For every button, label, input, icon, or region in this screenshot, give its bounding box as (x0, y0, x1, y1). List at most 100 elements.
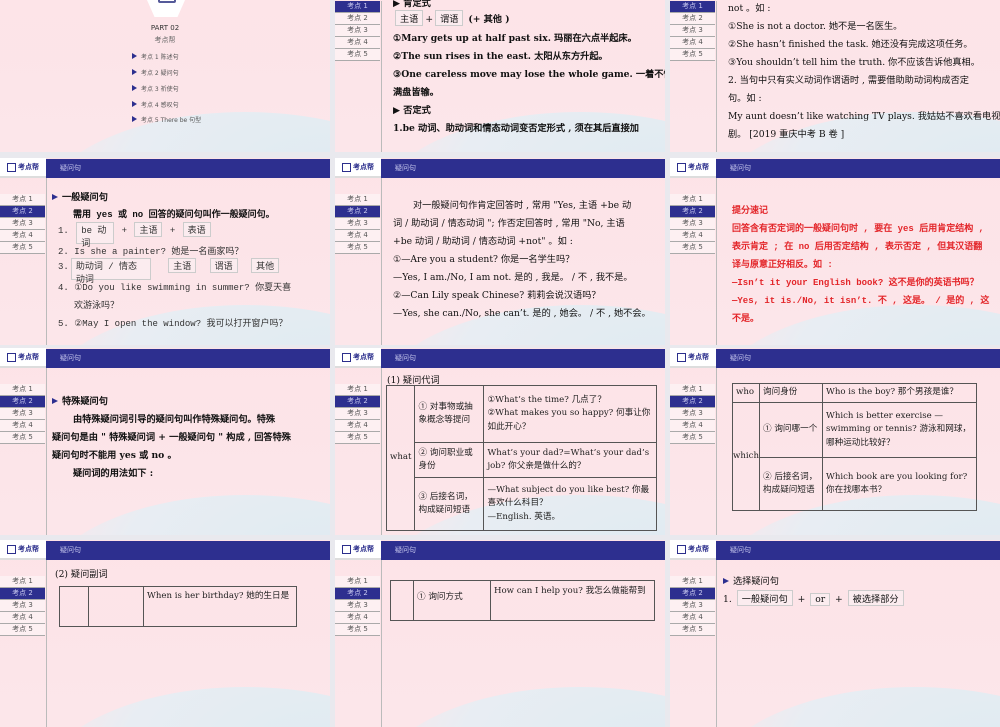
toc-item[interactable]: 考点 1 陈述句 (132, 52, 179, 61)
adverb-table: When is her birthday? 她的生日是 (59, 586, 297, 627)
sidebar-item-point-2[interactable]: 考点 2 (0, 588, 45, 600)
sidebar-item-point-1[interactable]: 考点 1 (670, 576, 715, 588)
sidebar-item-point-5[interactable]: 考点 5 (335, 242, 380, 254)
line: ②The sun rises in the east. 太阳从东方升起。 (393, 51, 608, 62)
part-label: PART 02 (150, 24, 180, 32)
slide-header: 考点帮 疑问句 (335, 540, 665, 560)
line: 对一般疑问句作肯定回答时 , 常用 "Yes, 主语 +be 动 (413, 200, 632, 211)
use-cell: ② 后接名词，构成疑问短语 (759, 457, 823, 511)
sidebar-item-point-2[interactable]: 考点 2 (670, 396, 715, 408)
sidebar-item-point-1[interactable]: 考点 1 (670, 194, 715, 206)
slide-5-short-answers[interactable]: 对一般疑问句作肯定回答时 , 常用 "Yes, 主语 +be 动 词 / 助动词… (335, 158, 665, 345)
line: 2. 当句中只有实义动词作谓语时 , 需要借助助动词构成否定 (728, 75, 969, 86)
slide-12-alternative-question[interactable]: 选择疑问句 1. 一般疑问句 + or + 被选择部分 考点帮 疑问句 考点 1 考点… (670, 540, 1000, 727)
sidebar-item-point-4[interactable]: 考点 4 (670, 420, 715, 432)
sidebar-item-point-1[interactable]: 考点 1 (0, 576, 45, 588)
sidebar-item-point-5[interactable]: 考点 5 (335, 49, 380, 61)
sidebar-item-point-5[interactable]: 考点 5 (670, 624, 715, 636)
sidebar-item-point-5[interactable]: 考点 5 (335, 624, 380, 636)
slide-2-affirmative[interactable]: ▶ 肯定式 主语 + 谓语 (+ 其他 ) ①Mary gets up at hal… (335, 0, 665, 152)
sidebar-item-point-3[interactable]: 考点 3 (670, 408, 715, 420)
sidebar-item-point-5[interactable]: 考点 5 (335, 432, 380, 444)
formula-box: 主语 (168, 258, 197, 273)
formula-box: 谓语 (435, 10, 464, 26)
toc-item[interactable]: 考点 4 感叹句 (132, 100, 179, 109)
sidebar-item-point-3[interactable]: 考点 3 (0, 218, 45, 230)
sidebar-item-point-3[interactable]: 考点 3 (335, 600, 380, 612)
sidebar-item-point-3[interactable]: 考点 3 (0, 408, 45, 420)
sidebar-item-point-4[interactable]: 考点 4 (0, 420, 45, 432)
slide-4-general-question[interactable]: 一般疑问句 需用 yes 或 no 回答的疑问句叫作一般疑问句。 1. be 动… (0, 158, 330, 345)
sidebar: 考点 1 考点 2 考点 3 考点 4 考点 5 (0, 178, 47, 345)
sidebar-item-point-1[interactable]: 考点 1 (335, 194, 380, 206)
sidebar-item-point-1[interactable]: 考点 1 (0, 384, 45, 396)
heading: 选择疑问句 (723, 573, 779, 587)
sidebar-item-point-1[interactable]: 考点 1 (335, 1, 380, 13)
sidebar-item-point-4[interactable]: 考点 4 (335, 612, 380, 624)
slide-header: 考点帮 疑问句 (670, 158, 1000, 178)
sidebar-item-point-2[interactable]: 考点 2 (335, 206, 380, 218)
sidebar-item-point-1[interactable]: 考点 1 (670, 384, 715, 396)
slide-11-how-table[interactable]: ① 询问方式 How can I help you? 我怎么做能帮到 考点帮 疑问… (335, 540, 665, 727)
toc-item[interactable]: 考点 3 祈使句 (132, 84, 179, 93)
sidebar-item-point-3[interactable]: 考点 3 (335, 218, 380, 230)
sidebar-item-point-4[interactable]: 考点 4 (0, 612, 45, 624)
sidebar-item-point-2[interactable]: 考点 2 (335, 396, 380, 408)
formula-box: 助动词 / 情态动词 (70, 258, 151, 285)
triangle-bullet-icon (52, 194, 58, 200)
sidebar-item-point-2[interactable]: 考点 2 (670, 588, 715, 600)
plus: + (425, 14, 434, 25)
sidebar-item-point-5[interactable]: 考点 5 (670, 49, 715, 61)
slide-7-special-question[interactable]: 特殊疑问句 由特殊疑问词引导的疑问句叫作特殊疑问句。特殊 疑问句是由 " 特殊疑… (0, 348, 330, 535)
slide-3-negative[interactable]: not 。如 : ①She is not a doctor. 她不是一名医生。 … (670, 0, 1000, 152)
example-cell: Who is the boy? 那个男孩是谁？ (822, 383, 977, 403)
line: ②—Can Lily speak Chinese? 莉莉会说汉语吗？ (393, 290, 601, 301)
section-title: 疑问句 (716, 541, 1000, 560)
toc-item[interactable]: 考点 5 There be 句型 (132, 115, 201, 124)
sidebar-item-point-5[interactable]: 考点 5 (670, 432, 715, 444)
sidebar-item-point-4[interactable]: 考点 4 (335, 230, 380, 242)
notebook-icon (342, 544, 351, 554)
sidebar-item-point-5[interactable]: 考点 5 (0, 432, 45, 444)
slide-8-what-table[interactable]: (1) 疑问代词 what ① 对事物或抽象概念等提问 ①What’s the … (335, 348, 665, 535)
sidebar-item-point-4[interactable]: 考点 4 (335, 37, 380, 49)
sidebar-item-point-3[interactable]: 考点 3 (335, 408, 380, 420)
sidebar-item-point-4[interactable]: 考点 4 (335, 420, 380, 432)
sidebar-item-point-2[interactable]: 考点 2 (0, 396, 45, 408)
sidebar-item-point-1[interactable]: 考点 1 (670, 1, 715, 13)
sidebar-item-point-3[interactable]: 考点 3 (670, 218, 715, 230)
slide-10-adverbs[interactable]: (2) 疑问副词 When is her birthday? 她的生日是 考点帮… (0, 540, 330, 727)
line: 欢游泳吗？ (74, 301, 120, 311)
sidebar: 考点 1 考点 2 考点 3 考点 4 考点 5 (335, 368, 382, 535)
sidebar-item-point-2[interactable]: 考点 2 (335, 588, 380, 600)
slide-9-who-which-table[interactable]: who 询问身份 Who is the boy? 那个男孩是谁？ which ①… (670, 348, 1000, 535)
sidebar-item-point-3[interactable]: 考点 3 (335, 25, 380, 37)
line: 疑问词的用法如下 : (73, 468, 154, 479)
sidebar-item-point-2[interactable]: 考点 2 (670, 13, 715, 25)
sidebar-item-point-2[interactable]: 考点 2 (0, 206, 45, 218)
sidebar-item-point-4[interactable]: 考点 4 (670, 612, 715, 624)
sidebar-item-point-3[interactable]: 考点 3 (0, 600, 45, 612)
sidebar-item-point-3[interactable]: 考点 3 (670, 25, 715, 37)
sidebar-item-point-5[interactable]: 考点 5 (0, 624, 45, 636)
sidebar-item-point-2[interactable]: 考点 2 (335, 13, 380, 25)
sidebar-item-point-5[interactable]: 考点 5 (670, 242, 715, 254)
example-cell: ①What’s the time? 几点了？ ②What makes you so… (483, 385, 657, 443)
triangle-bullet-icon (723, 578, 729, 584)
sidebar-item-point-1[interactable]: 考点 1 (335, 576, 380, 588)
sidebar-item-point-4[interactable]: 考点 4 (670, 230, 715, 242)
sidebar-item-point-1[interactable]: 考点 1 (335, 384, 380, 396)
table-row: ① 询问方式 How can I help you? 我怎么做能帮到 (390, 580, 655, 621)
line: not 。如 : (728, 3, 771, 14)
sidebar-item-point-4[interactable]: 考点 4 (670, 37, 715, 49)
toc-item[interactable]: 考点 2 疑问句 (132, 68, 179, 77)
slide-6-tip[interactable]: 提分速记 回答含有否定词的一般疑问句时 , 要在 yes 后用肯定结构 , 表示… (670, 158, 1000, 345)
sidebar-item-point-3[interactable]: 考点 3 (670, 600, 715, 612)
intro: 需用 yes 或 no 回答的疑问句叫作一般疑问句。 (73, 210, 275, 220)
caption: (1) 疑问代词 (387, 375, 440, 386)
sidebar-item-point-4[interactable]: 考点 4 (0, 230, 45, 242)
sidebar-item-point-2[interactable]: 考点 2 (670, 206, 715, 218)
slide-1-part-cover[interactable]: PART 02 考点帮 考点 1 陈述句 考点 2 疑问句 考点 3 祈使句 考… (0, 0, 330, 152)
sidebar-item-point-1[interactable]: 考点 1 (0, 194, 45, 206)
sidebar-item-point-5[interactable]: 考点 5 (0, 242, 45, 254)
